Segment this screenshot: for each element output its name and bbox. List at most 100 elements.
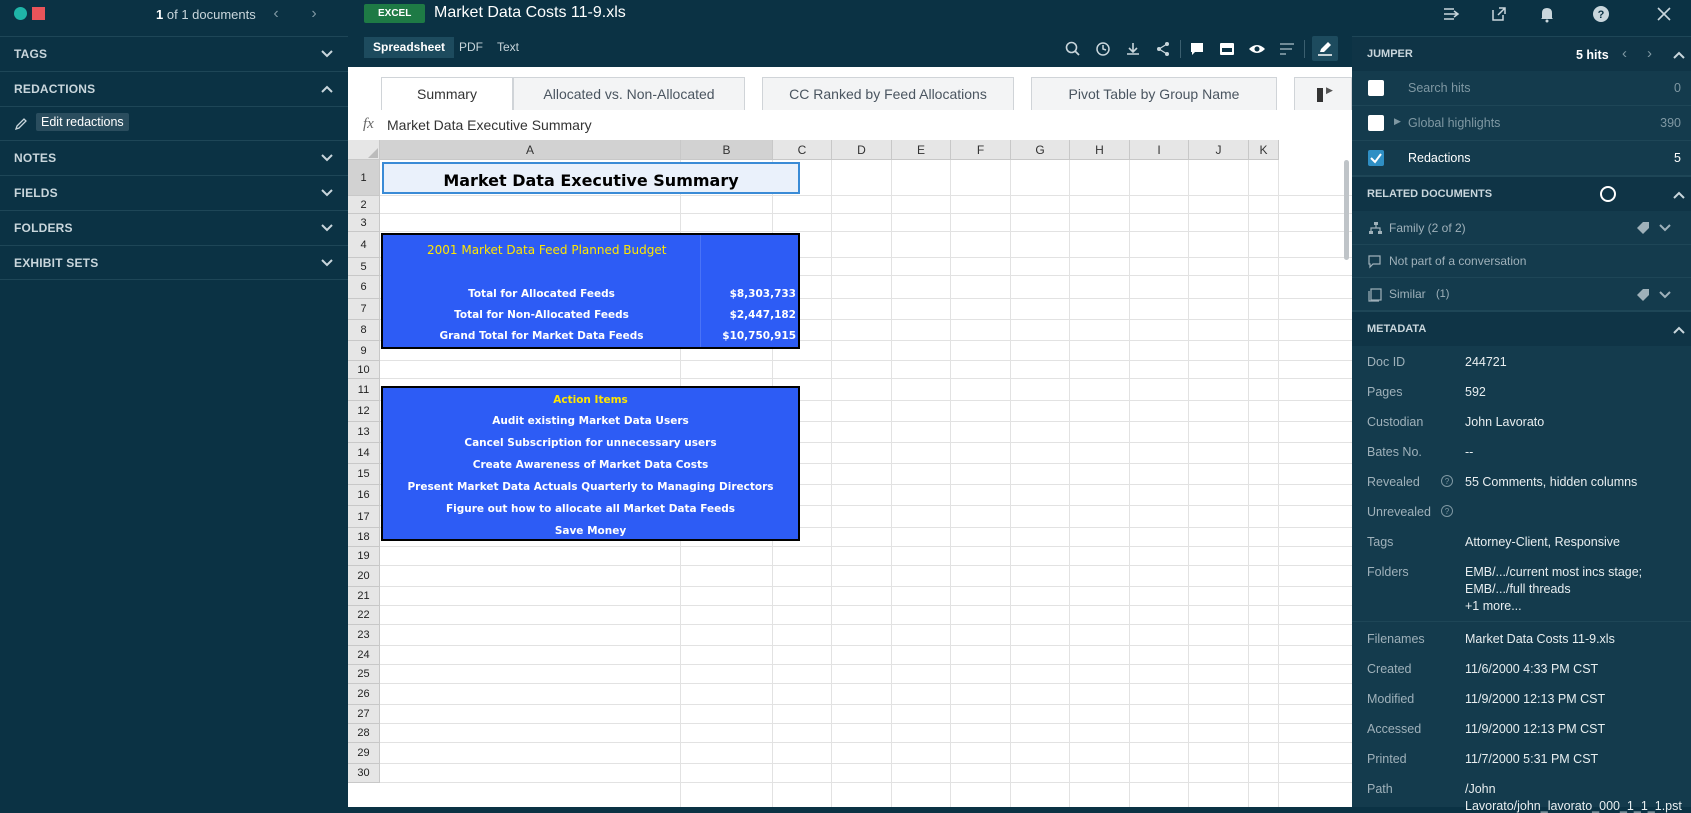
similar-row[interactable]: Similar (1) (1352, 278, 1691, 311)
eye-icon[interactable] (1248, 40, 1266, 58)
cell-a1-title[interactable]: Market Data Executive Summary (382, 162, 800, 194)
history-icon[interactable] (1094, 40, 1112, 58)
section-folders[interactable]: FOLDERS (0, 210, 348, 245)
row-header[interactable]: 9 (348, 341, 380, 361)
info-icon[interactable]: ? (1441, 475, 1453, 487)
jumper-header[interactable]: JUMPER 5 hits ‹ › (1352, 36, 1691, 71)
column-header[interactable]: C (773, 140, 832, 160)
next-hit-button[interactable]: › (1647, 45, 1652, 62)
edit-redactions-button[interactable]: Edit redactions (36, 113, 129, 131)
expand-triangle-icon[interactable]: ▶ (1394, 116, 1401, 127)
section-fields[interactable]: FIELDS (0, 175, 348, 210)
help-icon[interactable]: ? (1592, 5, 1610, 23)
row-header[interactable]: 1 (348, 160, 380, 196)
redactions-checkbox[interactable] (1368, 150, 1384, 166)
redactions-row[interactable]: Redactions 5 (1352, 141, 1691, 176)
row-header[interactable]: 7 (348, 299, 380, 320)
column-header[interactable]: E (892, 140, 951, 160)
row-header[interactable]: 12 (348, 401, 380, 422)
search-icon[interactable] (1064, 40, 1082, 58)
formula-value[interactable]: Market Data Executive Summary (387, 117, 592, 133)
row-header[interactable]: 11 (348, 379, 380, 401)
row-header[interactable]: 17 (348, 506, 380, 528)
download-icon[interactable] (1124, 40, 1142, 58)
next-doc-button[interactable]: › (299, 0, 329, 28)
share-icon[interactable] (1154, 40, 1172, 58)
bell-icon[interactable] (1538, 5, 1556, 23)
column-header[interactable]: A (380, 140, 681, 160)
prev-doc-button[interactable]: ‹ (261, 0, 291, 28)
wrap-icon[interactable] (1278, 40, 1296, 58)
scrollbar-thumb[interactable] (1344, 160, 1349, 260)
global-highlights-checkbox[interactable] (1368, 115, 1384, 131)
annotate-button[interactable] (1312, 36, 1338, 61)
sheet-tab-pivot[interactable]: Pivot Table by Group Name (1031, 77, 1277, 110)
chevron-down-icon[interactable] (1658, 288, 1672, 302)
column-header[interactable]: D (832, 140, 892, 160)
row-header[interactable]: 22 (348, 606, 380, 625)
chevron-up-icon[interactable] (1672, 323, 1686, 337)
row-header[interactable]: 30 (348, 764, 380, 783)
tab-text[interactable]: Text (488, 37, 528, 58)
section-exhibit-sets[interactable]: EXHIBIT SETS (0, 245, 348, 280)
tab-spreadsheet[interactable]: Spreadsheet (364, 37, 455, 58)
row-header[interactable]: 5 (348, 258, 380, 276)
scroll-tabs-right-arrow[interactable]: ▶ (1326, 85, 1333, 96)
column-header[interactable]: F (951, 140, 1011, 160)
sheet-tab-more[interactable] (1294, 77, 1352, 110)
tag-icon[interactable] (1636, 288, 1650, 302)
row-header[interactable]: 28 (348, 724, 380, 743)
row-header[interactable]: 27 (348, 705, 380, 724)
row-header[interactable]: 29 (348, 743, 380, 764)
row-header[interactable]: 4 (348, 232, 380, 258)
row-header[interactable]: 24 (348, 646, 380, 665)
section-redactions[interactable]: REDACTIONS (0, 71, 348, 106)
column-header[interactable]: B (681, 140, 773, 160)
more-folders-link[interactable]: +1 more... (1465, 599, 1522, 613)
comment-icon[interactable] (1188, 40, 1206, 58)
select-all-corner[interactable] (348, 140, 380, 160)
row-header[interactable]: 13 (348, 422, 380, 443)
row-header[interactable]: 2 (348, 196, 380, 214)
column-header[interactable]: G (1011, 140, 1070, 160)
row-header[interactable]: 21 (348, 587, 380, 606)
section-tags[interactable]: TAGS (0, 36, 348, 71)
redact-box-icon[interactable] (1218, 40, 1236, 58)
global-highlights-row[interactable]: ▶ Global highlights 390 (1352, 106, 1691, 141)
column-header[interactable]: H (1070, 140, 1130, 160)
row-header[interactable]: 19 (348, 547, 380, 566)
sheet-tab-cc-ranked[interactable]: CC Ranked by Feed Allocations (762, 77, 1014, 110)
column-header[interactable]: I (1130, 140, 1189, 160)
row-header[interactable]: 18 (348, 528, 380, 547)
spreadsheet-grid[interactable]: ABCDEFGHIJK 1 2 3 4 5 6 7 8 9 10 11 12 13 14 15 16 17 18 1… (348, 140, 1352, 807)
search-hits-checkbox[interactable] (1368, 80, 1384, 96)
row-header[interactable]: 15 (348, 464, 380, 485)
collapse-panel-icon[interactable] (1442, 5, 1460, 23)
vertical-scrollbar[interactable] (1342, 160, 1350, 400)
sheet-tab-summary[interactable]: Summary (381, 77, 513, 110)
row-header[interactable]: 8 (348, 320, 380, 341)
tab-pdf[interactable]: PDF (450, 37, 492, 58)
column-header[interactable]: K (1249, 140, 1279, 160)
prev-hit-button[interactable]: ‹ (1622, 45, 1627, 62)
info-icon[interactable]: ? (1441, 505, 1453, 517)
row-header[interactable]: 16 (348, 485, 380, 506)
row-header[interactable]: 3 (348, 214, 380, 232)
column-header[interactable]: J (1189, 140, 1249, 160)
chevron-up-icon[interactable] (1672, 188, 1686, 202)
open-external-icon[interactable] (1490, 5, 1508, 23)
metadata-header[interactable]: METADATA (1352, 311, 1691, 346)
sheet-tab-allocated[interactable]: Allocated vs. Non-Allocated (513, 77, 745, 110)
section-notes[interactable]: NOTES (0, 140, 348, 175)
family-row[interactable]: Family (2 of 2) (1352, 211, 1691, 245)
search-hits-row[interactable]: Search hits 0 (1352, 71, 1691, 106)
row-header[interactable]: 23 (348, 625, 380, 646)
row-header[interactable]: 14 (348, 443, 380, 464)
chevron-up-icon[interactable] (1672, 48, 1686, 62)
related-documents-header[interactable]: RELATED DOCUMENTS (1352, 176, 1691, 211)
row-header[interactable]: 20 (348, 566, 380, 587)
tag-icon[interactable] (1636, 221, 1650, 235)
row-header[interactable]: 6 (348, 276, 380, 299)
close-icon[interactable] (1655, 5, 1673, 23)
row-header[interactable]: 25 (348, 665, 380, 684)
